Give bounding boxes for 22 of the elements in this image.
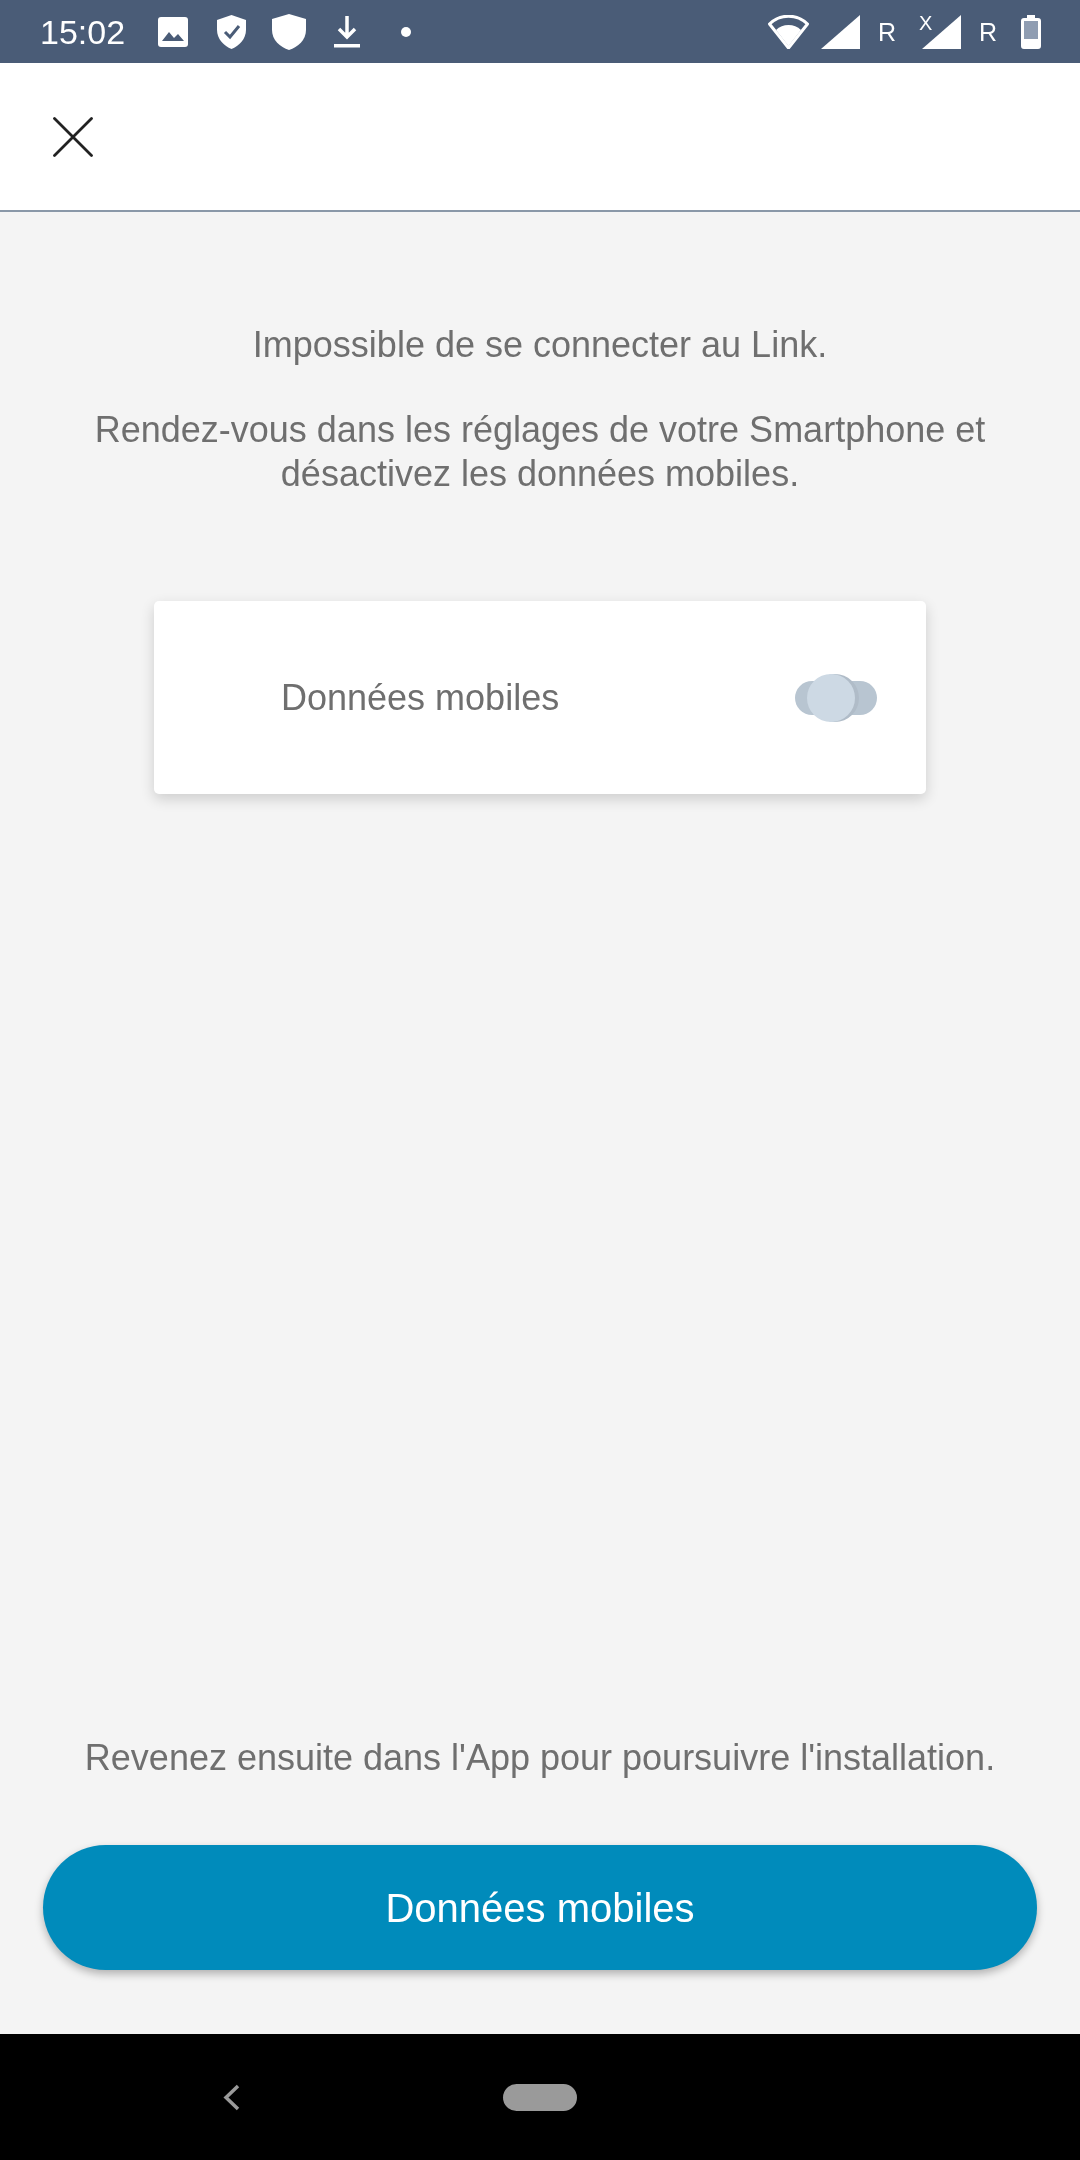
footer-note: Revenez ensuite dans l'App pour poursuivre l'installation.	[83, 1736, 997, 1780]
roaming-indicator: R	[978, 17, 997, 46]
download-icon	[334, 15, 361, 48]
message-text: Impossible de se connecter au Link.	[251, 323, 829, 367]
mobile-data-button[interactable]: Données mobiles	[43, 1845, 1037, 1970]
wifi-icon	[767, 14, 809, 49]
battery-icon	[1021, 14, 1041, 49]
status-time: 15:02	[40, 11, 126, 52]
back-icon[interactable]	[222, 2083, 240, 2111]
message-text: Rendez-vous dans les réglages de votre Smartphone et désactivez les données mobiles.	[93, 408, 987, 496]
close-icon[interactable]	[53, 116, 93, 157]
signal-icon	[921, 14, 961, 49]
home-handle[interactable]	[503, 2083, 577, 2111]
roaming-indicator: R	[877, 17, 896, 46]
signal-icon	[820, 14, 860, 49]
signal-mark: X	[918, 12, 933, 33]
setting-label: Données mobiles	[281, 675, 560, 720]
image-icon	[158, 16, 189, 47]
dot-icon	[401, 26, 412, 37]
shield-icon	[272, 13, 307, 50]
shield-check-icon	[217, 14, 247, 49]
toggle-switch[interactable]	[795, 673, 877, 722]
